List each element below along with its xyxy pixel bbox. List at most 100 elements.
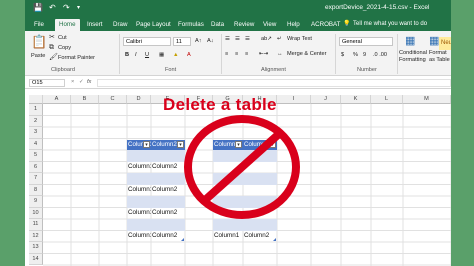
font-color-icon[interactable]: A <box>187 52 191 59</box>
align-middle-icon[interactable]: ☰ <box>235 36 240 43</box>
table1-band-row <box>127 219 185 231</box>
name-box[interactable]: O15 <box>29 79 65 87</box>
orientation-icon[interactable]: ab↗ <box>261 36 272 43</box>
tell-me-box[interactable]: Tell me what you want to do <box>353 19 427 30</box>
percent-button[interactable]: % <box>353 52 358 59</box>
conditional-formatting-icon[interactable]: ▦ <box>405 35 415 47</box>
tab-view[interactable]: View <box>263 19 276 31</box>
currency-button[interactable]: $ <box>341 52 344 59</box>
filter-dropdown-icon[interactable]: ▾ <box>143 140 150 148</box>
redo-icon[interactable]: ↷ <box>63 3 70 13</box>
underline-button[interactable]: U <box>145 52 149 59</box>
row-header-10[interactable]: 10 <box>29 207 43 219</box>
decrease-font-icon[interactable]: A↓ <box>207 38 214 45</box>
fill-color-icon[interactable]: ▲ <box>173 52 179 59</box>
column-header-j[interactable]: J <box>311 95 341 104</box>
merge-center-button[interactable]: Merge & Center <box>287 51 326 58</box>
align-center-icon[interactable]: ≡ <box>235 51 238 58</box>
tab-file[interactable]: File <box>34 19 44 31</box>
tab-formulas[interactable]: Formulas <box>178 19 204 31</box>
italic-button[interactable]: I <box>135 52 137 59</box>
formula-cancel-icon[interactable]: × <box>71 79 74 86</box>
row-header-2[interactable]: 2 <box>29 115 43 127</box>
tab-insert[interactable]: Insert <box>87 19 102 31</box>
table1-cell[interactable]: Column1 <box>127 208 151 218</box>
formula-input[interactable] <box>97 79 451 87</box>
row-header-4[interactable]: 4 <box>29 138 43 150</box>
column-header-d[interactable]: D <box>127 95 151 104</box>
format-as-table-button[interactable]: Format as Table <box>429 50 451 63</box>
formula-enter-icon[interactable]: ✓ <box>79 79 84 86</box>
decimal-buttons-icon[interactable]: .0 .00 <box>373 52 387 59</box>
table1-cell[interactable]: Column1 <box>127 162 151 172</box>
select-all-corner[interactable] <box>29 95 43 104</box>
column-header-b[interactable]: B <box>71 95 99 104</box>
format-painter-icon[interactable]: 🖌 <box>49 54 58 62</box>
font-size-select[interactable]: 11 <box>173 37 191 46</box>
tab-home[interactable]: Home <box>55 19 80 31</box>
table-resize-handle[interactable] <box>273 238 276 241</box>
wrap-text-button[interactable]: Wrap Text <box>287 36 312 43</box>
column-header-a[interactable]: A <box>43 95 71 104</box>
tab-draw[interactable]: Draw <box>113 19 127 31</box>
fx-icon[interactable]: fx <box>87 79 91 86</box>
bold-button[interactable]: B <box>125 52 129 59</box>
table1-cell[interactable]: Column1 <box>127 231 151 241</box>
column-header-k[interactable]: K <box>341 95 371 104</box>
font-name-select[interactable]: Calibri <box>123 37 171 46</box>
tab-data[interactable]: Data <box>211 19 224 31</box>
tab-page-layout[interactable]: Page Layout <box>136 19 171 31</box>
ribbon: 📋 Paste ✂ Cut ⧉ Copy 🖌 Format Painter Cl… <box>25 31 451 76</box>
tab-help[interactable]: Help <box>287 19 300 31</box>
merge-center-icon[interactable]: ↔ <box>277 51 283 58</box>
align-bottom-icon[interactable]: ☰ <box>245 36 250 43</box>
quick-access-chevron-icon[interactable]: ▾ <box>77 3 80 13</box>
comma-button[interactable]: 9 <box>363 52 366 59</box>
table-resize-handle[interactable] <box>181 238 184 241</box>
align-right-icon[interactable]: ≡ <box>245 51 248 58</box>
align-top-icon[interactable]: ☰ <box>225 36 230 43</box>
save-icon[interactable]: 💾 <box>33 3 43 13</box>
copy-icon[interactable]: ⧉ <box>49 44 54 52</box>
row-header-8[interactable]: 8 <box>29 184 43 196</box>
row-header-9[interactable]: 9 <box>29 196 43 208</box>
row-header-6[interactable]: 6 <box>29 161 43 173</box>
table1-cell[interactable]: Column2 <box>151 231 185 241</box>
neutral-style[interactable]: Neutr <box>439 37 451 50</box>
row-header-7[interactable]: 7 <box>29 173 43 185</box>
cut-button[interactable]: Cut <box>58 35 67 42</box>
column-header-c[interactable]: C <box>99 95 127 104</box>
copy-button[interactable]: Copy <box>58 45 71 52</box>
row-header-1[interactable]: 1 <box>29 104 43 116</box>
row-header-12[interactable]: 12 <box>29 230 43 242</box>
column-header-l[interactable]: L <box>371 95 403 104</box>
table2-cell[interactable]: Column2 <box>243 231 277 241</box>
row-header-5[interactable]: 5 <box>29 150 43 162</box>
cut-icon[interactable]: ✂ <box>49 34 55 42</box>
indent-icon[interactable]: ⇤⇥ <box>259 51 268 58</box>
number-group-label: Number <box>357 67 377 73</box>
row-header-11[interactable]: 11 <box>29 219 43 231</box>
wrap-text-icon[interactable]: ↵ <box>277 36 282 43</box>
paste-icon[interactable]: 📋 <box>31 35 47 49</box>
conditional-formatting-button[interactable]: Conditional Formatting <box>399 50 429 63</box>
column-header-i[interactable]: I <box>277 95 311 104</box>
number-format-select[interactable]: General <box>339 37 393 46</box>
table1-cell[interactable]: Column1 <box>127 185 151 195</box>
increase-font-icon[interactable]: A↑ <box>195 38 202 45</box>
undo-icon[interactable]: ↶ <box>49 3 56 13</box>
row-header-14[interactable]: 14 <box>29 253 43 265</box>
row-header-13[interactable]: 13 <box>29 242 43 254</box>
column-header-m[interactable]: M <box>403 95 451 104</box>
format-painter-button[interactable]: Format Painter <box>58 55 95 62</box>
lightbulb-icon: 💡 <box>343 21 351 27</box>
tab-acrobat[interactable]: ACROBAT <box>311 19 340 31</box>
tab-review[interactable]: Review <box>234 19 254 31</box>
table1-band-row <box>127 173 185 185</box>
align-left-icon[interactable]: ≡ <box>225 51 228 58</box>
row-header-3[interactable]: 3 <box>29 127 43 139</box>
format-as-table-icon[interactable]: ▦ <box>429 35 439 47</box>
table2-cell[interactable]: Column1 <box>213 231 243 241</box>
paste-button[interactable]: Paste <box>31 53 45 60</box>
borders-icon[interactable]: ▦ <box>159 52 164 59</box>
